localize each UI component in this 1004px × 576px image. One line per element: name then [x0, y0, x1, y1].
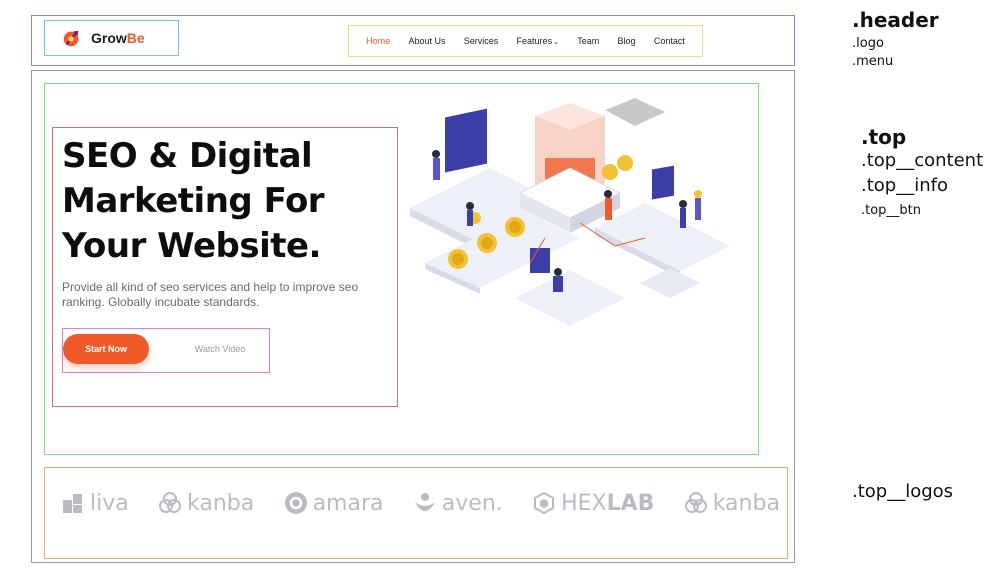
- logo[interactable]: GrowBe: [44, 20, 179, 56]
- hexlab-logo-icon: [534, 491, 555, 515]
- isometric-seo-illustration: [410, 98, 730, 326]
- brand-logo-amara: amara: [283, 490, 384, 516]
- logo-text: GrowBe: [91, 30, 145, 46]
- annotation-top-content: .top__content: [861, 150, 984, 171]
- growbe-logo-icon: [63, 30, 79, 47]
- liva-logo-icon: [63, 494, 82, 513]
- menu: Home About Us Services Features⌄ Team Bl…: [348, 25, 703, 57]
- brand-name: aven.: [441, 490, 503, 516]
- kanba-logo-icon: [159, 492, 182, 513]
- menu-item-home[interactable]: Home: [366, 36, 390, 46]
- brand-logo-kanba: kanba: [157, 490, 254, 516]
- menu-item-about-us[interactable]: About Us: [408, 36, 445, 46]
- annotation-logo: .logo: [852, 36, 884, 51]
- watch-video-button[interactable]: Watch Video: [185, 334, 255, 364]
- menu-item-blog[interactable]: Blog: [618, 36, 636, 46]
- annotation-top-info: .top__info: [861, 175, 948, 196]
- hero-headline: SEO & Digital Marketing For Your Website…: [62, 136, 325, 266]
- brand-name: liva: [90, 490, 129, 516]
- menu-item-features-label: Features: [516, 36, 553, 46]
- menu-item-features[interactable]: Features⌄: [517, 36, 559, 46]
- top-logos: liva kanba amara aven. HEXLAB kanba: [60, 485, 780, 521]
- menu-item-contact[interactable]: Contact: [654, 36, 685, 46]
- start-now-button[interactable]: Start Now: [63, 334, 149, 364]
- brand-name: kanba: [712, 490, 780, 516]
- hero-description: Provide all kind of seo services and hel…: [62, 280, 359, 309]
- brand-logo-hexlab: HEXLAB: [531, 490, 654, 516]
- brand-logo-liva: liva: [60, 490, 129, 516]
- aven-logo-icon: [414, 493, 435, 511]
- annotation-menu: .menu: [852, 54, 894, 69]
- brand-logo-kanba-2: kanba: [683, 490, 780, 516]
- annotation-panel: .header .logo .menu .top .top__content .…: [852, 0, 1004, 576]
- brand-name: amara: [312, 490, 384, 516]
- kanba-logo-icon: [684, 492, 707, 513]
- annotation-top-logos: .top__logos: [852, 481, 954, 502]
- amara-logo-icon: [284, 492, 307, 514]
- annotation-header: .header: [852, 8, 939, 32]
- annotation-top: .top: [861, 125, 907, 149]
- brand-name: kanba: [187, 490, 255, 516]
- menu-item-team[interactable]: Team: [577, 36, 599, 46]
- annotation-top-btn: .top__btn: [861, 203, 922, 218]
- brand-logo-aven: aven.: [412, 490, 503, 516]
- brand-name: HEXLAB: [561, 490, 655, 516]
- chevron-down-icon: ⌄: [553, 39, 559, 46]
- menu-item-services[interactable]: Services: [464, 36, 499, 46]
